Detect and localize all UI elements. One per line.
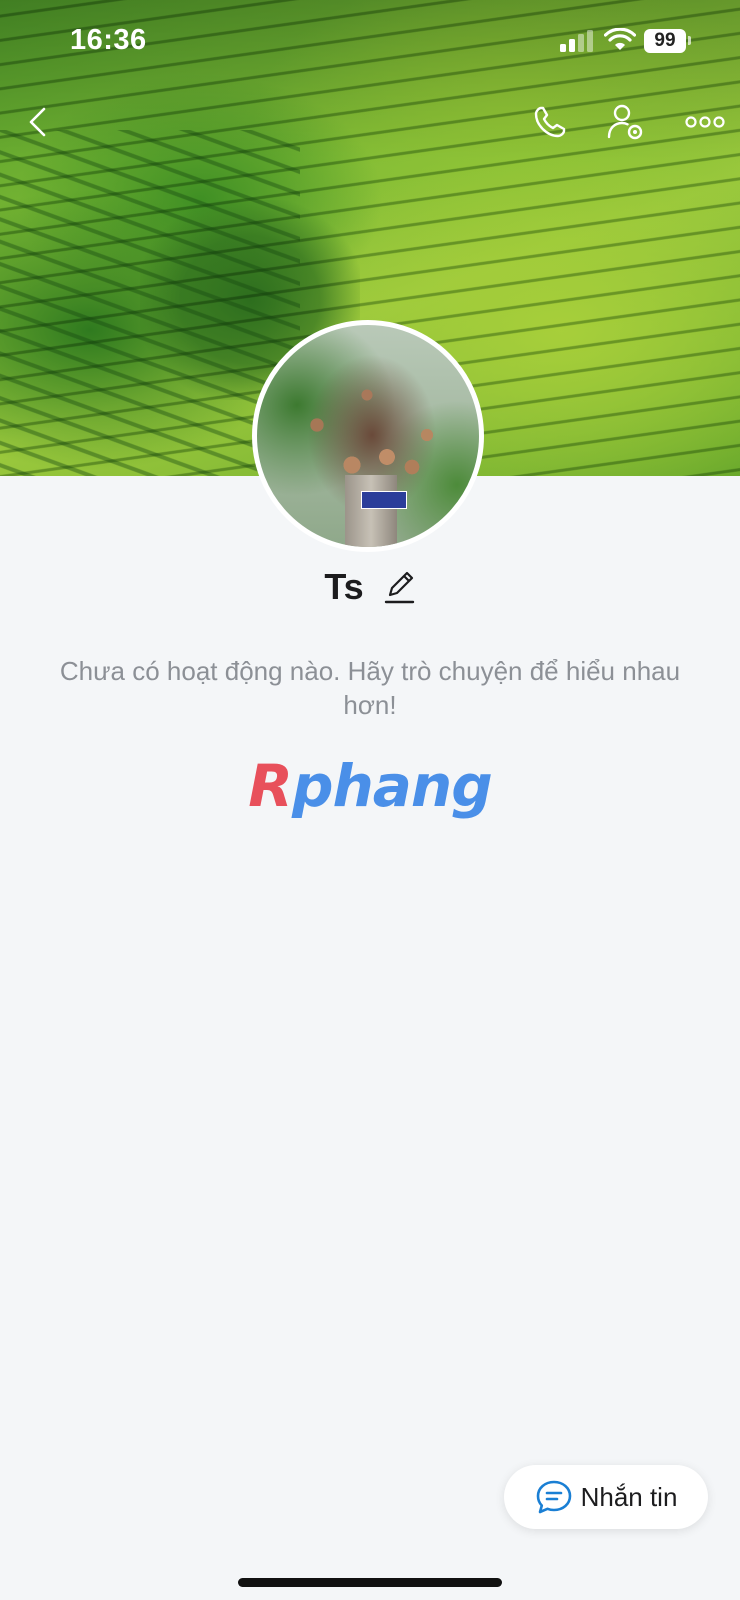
home-indicator[interactable] bbox=[238, 1578, 502, 1587]
status-time: 16:36 bbox=[70, 24, 147, 56]
wifi-icon bbox=[604, 28, 636, 50]
avatar[interactable] bbox=[252, 320, 484, 552]
profile-name: Ts bbox=[324, 566, 364, 607]
avatar-tree-trunk bbox=[345, 475, 397, 547]
chat-bubble-icon bbox=[536, 1480, 571, 1514]
battery-indicator: 99 bbox=[644, 29, 686, 53]
send-message-button[interactable]: Nhắn tin bbox=[504, 1465, 708, 1529]
call-button[interactable] bbox=[528, 100, 572, 144]
user-settings-icon bbox=[607, 104, 643, 140]
pencil-icon bbox=[384, 571, 414, 604]
empty-activity-message: Chưa có hoạt động nào. Hãy trò chuyện để… bbox=[59, 656, 681, 720]
status-bar: 16:36 99 bbox=[0, 0, 740, 84]
profile-settings-button[interactable] bbox=[604, 100, 648, 144]
chevron-left-icon bbox=[29, 107, 46, 137]
send-message-label: Nhắn tin bbox=[580, 1481, 678, 1512]
back-button[interactable] bbox=[16, 100, 60, 144]
more-icon bbox=[685, 116, 725, 128]
edit-name-button[interactable] bbox=[382, 568, 416, 606]
battery-tip bbox=[688, 36, 691, 45]
watermark-letter: R bbox=[248, 752, 293, 820]
watermark-logo: Rphang bbox=[0, 752, 740, 820]
watermark-text: phang bbox=[291, 752, 493, 820]
cellular-signal-icon bbox=[560, 30, 593, 52]
phone-icon bbox=[534, 106, 566, 138]
profile-name-row: Ts bbox=[0, 562, 740, 612]
more-button[interactable] bbox=[680, 100, 730, 144]
avatar-tree-sign bbox=[361, 491, 407, 509]
